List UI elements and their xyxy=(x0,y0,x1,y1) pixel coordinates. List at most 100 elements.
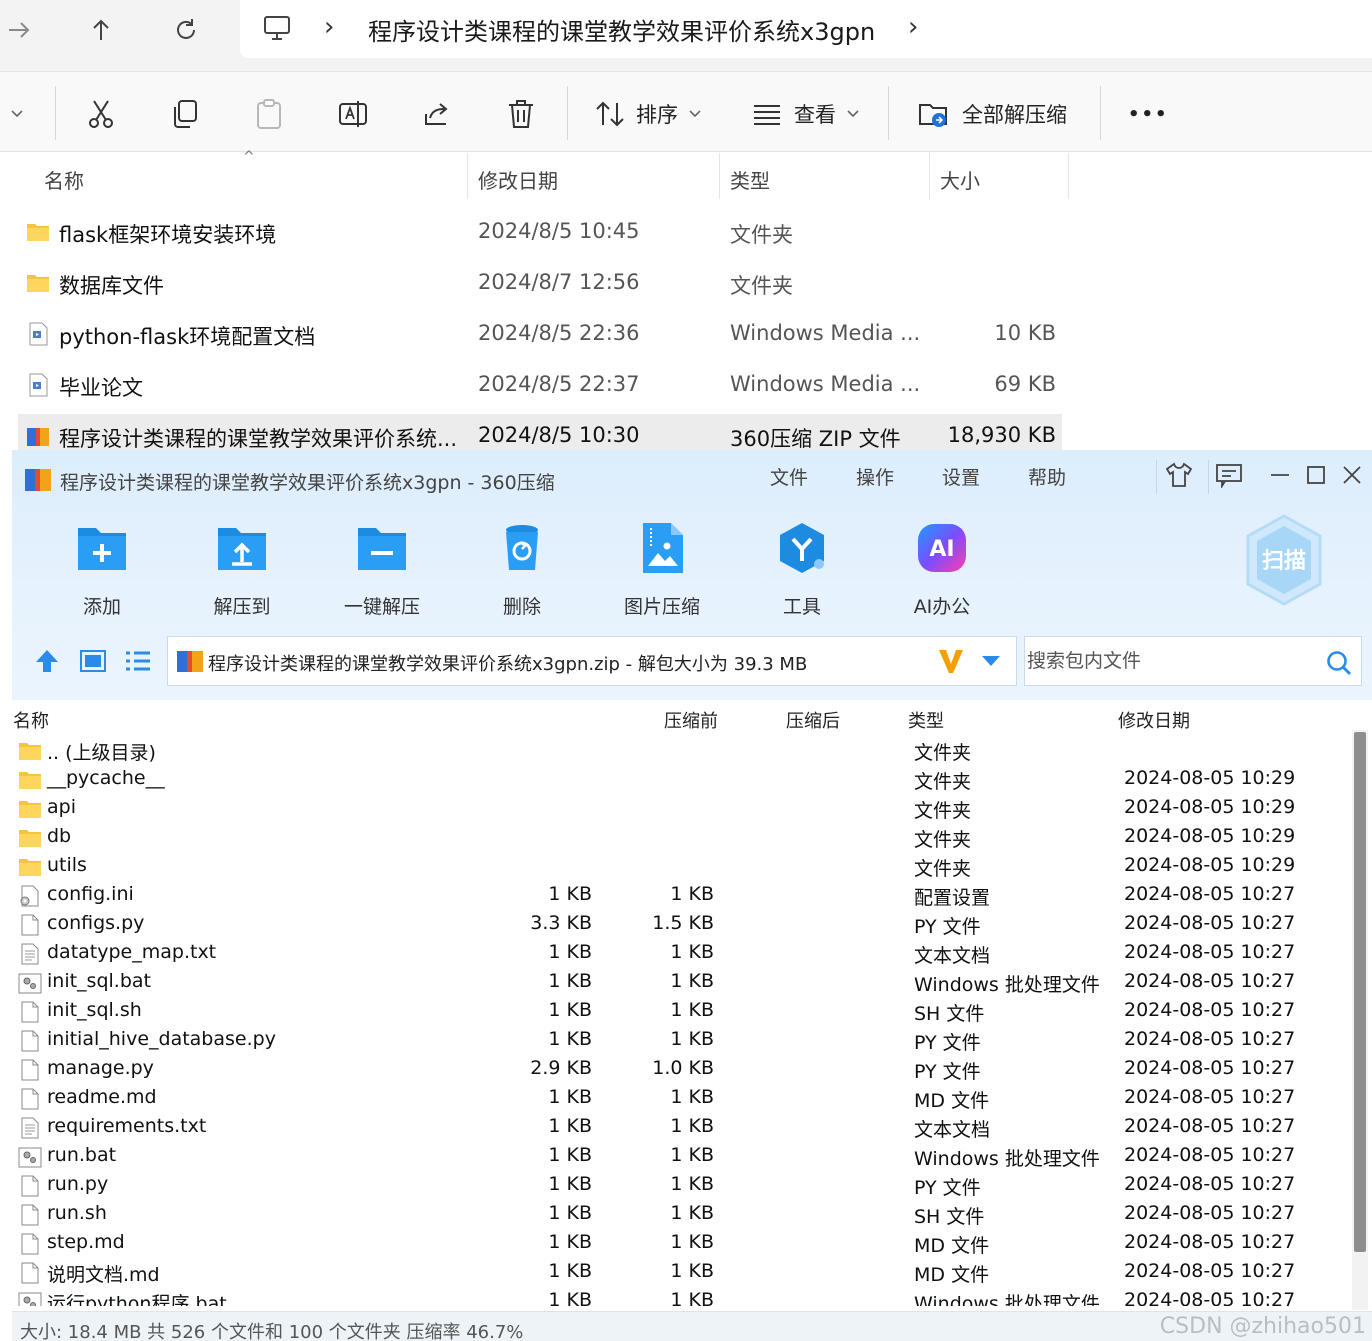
arrow-up-icon[interactable] xyxy=(32,646,62,676)
table-row[interactable]: db 文件夹 2024-08-05 10:29 xyxy=(12,823,1348,852)
table-row[interactable]: initial_hive_database.py 1 KB 1 KB PY 文件 202… xyxy=(12,1026,1348,1055)
search-input[interactable] xyxy=(1027,639,1317,683)
column-size-before[interactable]: 压缩前 xyxy=(664,707,718,733)
table-row[interactable]: readme.md 1 KB 1 KB MD 文件 2024-08-05 10:27 xyxy=(12,1084,1348,1113)
list-item[interactable]: python-flask环境配置文档 2024/8/5 22:36 Window… xyxy=(18,312,1062,358)
forward-button[interactable] xyxy=(0,8,44,52)
close-icon xyxy=(1343,466,1361,484)
column-divider[interactable] xyxy=(1068,153,1069,199)
vertical-scrollbar[interactable] xyxy=(1352,730,1368,1310)
menu-settings[interactable]: 设置 xyxy=(942,463,980,490)
tool-label: 图片压缩 xyxy=(623,596,700,618)
table-row[interactable]: run.py 1 KB 1 KB PY 文件 2024-08-05 10:27 xyxy=(12,1171,1348,1200)
menu-operation[interactable]: 操作 xyxy=(856,463,894,490)
file-name: flask框架环境安装环境 xyxy=(59,223,277,247)
list-item[interactable]: 数据库文件 2024/8/7 12:56 文件夹 xyxy=(18,261,1062,307)
address-bar[interactable]: › 程序设计类课程的课堂教学效果评价系统x3gpn › xyxy=(240,0,1372,58)
details-view-icon[interactable] xyxy=(123,646,153,676)
up-button[interactable] xyxy=(76,8,126,52)
file-type: Windows Media ... xyxy=(730,372,921,396)
file-icon xyxy=(21,1204,39,1226)
list-item[interactable]: 毕业论文 2024/8/5 22:37 Windows Media ... 69… xyxy=(18,363,1062,409)
skin-button[interactable] xyxy=(1164,460,1194,490)
new-dropdown[interactable] xyxy=(0,94,24,134)
path-row: 程序设计类课程的课堂教学效果评价系统x3gpn.zip - 解包大小为 39.3… xyxy=(12,632,1372,690)
column-divider[interactable] xyxy=(719,153,720,199)
table-row[interactable]: init_sql.bat 1 KB 1 KB Windows 批处理文件 2024-08… xyxy=(12,968,1348,997)
divider xyxy=(888,86,889,140)
file-date: 2024-08-05 10:27 xyxy=(1124,1231,1296,1253)
column-size[interactable]: 大小 xyxy=(940,165,980,194)
feedback-button[interactable] xyxy=(1214,460,1244,490)
menu-help[interactable]: 帮助 xyxy=(1028,463,1066,490)
close-button[interactable] xyxy=(1337,460,1367,490)
scan-button[interactable]: 扫描 xyxy=(1242,512,1326,608)
paste-button[interactable] xyxy=(254,94,284,134)
verified-v-icon[interactable] xyxy=(936,646,966,676)
chevron-down-icon[interactable] xyxy=(980,653,1002,669)
delete-button[interactable] xyxy=(506,94,536,134)
table-row[interactable]: config.ini 1 KB 1 KB 配置设置 2024-08-05 10:27 xyxy=(12,881,1348,910)
table-row[interactable]: run.bat 1 KB 1 KB Windows 批处理文件 2024-08-05 1… xyxy=(12,1142,1348,1171)
tools-button[interactable]: 工具 xyxy=(747,520,857,620)
one-click-extract-button[interactable]: 一键解压 xyxy=(327,520,437,620)
extract-to-button[interactable]: 解压到 xyxy=(187,520,297,620)
delete-tool-button[interactable]: 删除 xyxy=(467,520,577,620)
column-name[interactable]: 名称 xyxy=(13,707,49,733)
file-type: 文件夹 xyxy=(914,858,972,880)
copy-button[interactable] xyxy=(170,94,200,134)
table-row[interactable]: 说明文档.md 1 KB 1 KB MD 文件 2024-08-05 10:27 xyxy=(12,1258,1348,1287)
file-name: configs.py xyxy=(47,912,145,934)
cut-button[interactable] xyxy=(86,94,116,134)
more-options-button[interactable]: ••• xyxy=(1128,94,1169,134)
size-before: 1 KB xyxy=(548,1144,592,1166)
add-button[interactable]: 添加 xyxy=(47,520,157,620)
table-row[interactable]: requirements.txt 1 KB 1 KB 文本文档 2024-08-05 1… xyxy=(12,1113,1348,1142)
thumbnail-view-icon[interactable] xyxy=(78,646,108,676)
image-file-icon xyxy=(643,523,683,573)
table-row[interactable]: __pycache__ 文件夹 2024-08-05 10:29 xyxy=(12,765,1348,794)
sort-button[interactable]: 排序 xyxy=(594,94,702,134)
image-compress-button[interactable]: 图片压缩 xyxy=(607,520,717,620)
chevron-right-icon[interactable]: › xyxy=(908,12,918,42)
batch-file-icon xyxy=(18,1292,42,1306)
table-row[interactable]: api 文件夹 2024-08-05 10:29 xyxy=(12,794,1348,823)
scrollbar-thumb[interactable] xyxy=(1354,732,1366,1252)
table-row[interactable]: step.md 1 KB 1 KB MD 文件 2024-08-05 10:27 xyxy=(12,1229,1348,1258)
archive-path-bar[interactable]: 程序设计类课程的课堂教学效果评价系统x3gpn.zip - 解包大小为 39.3… xyxy=(167,636,1017,686)
zip-archive-window: 程序设计类课程的课堂教学效果评价系统x3gpn - 360压缩 文件 操作 设置… xyxy=(12,450,1372,1341)
view-button[interactable]: 查看 xyxy=(752,94,860,134)
column-date[interactable]: 修改日期 xyxy=(478,165,558,194)
column-date[interactable]: 修改日期 xyxy=(1118,707,1190,733)
column-divider[interactable] xyxy=(467,153,468,199)
maximize-button[interactable] xyxy=(1301,460,1331,490)
column-size-after[interactable]: 压缩后 xyxy=(786,707,840,733)
table-row[interactable]: datatype_map.txt 1 KB 1 KB 文本文档 2024-08-05 1… xyxy=(12,939,1348,968)
archive-path-text: 程序设计类课程的课堂教学效果评价系统x3gpn.zip - 解包大小为 39.3… xyxy=(208,654,808,675)
table-row[interactable]: run.sh 1 KB 1 KB SH 文件 2024-08-05 10:27 xyxy=(12,1200,1348,1229)
rename-button[interactable] xyxy=(338,94,368,134)
search-box[interactable] xyxy=(1024,636,1362,686)
share-button[interactable] xyxy=(422,94,452,134)
table-row[interactable]: init_sql.sh 1 KB 1 KB SH 文件 2024-08-05 10:27 xyxy=(12,997,1348,1026)
column-type[interactable]: 类型 xyxy=(730,165,770,194)
column-divider[interactable] xyxy=(929,153,930,199)
menu-file[interactable]: 文件 xyxy=(770,463,808,490)
file-type: 文件夹 xyxy=(914,829,972,851)
table-row[interactable]: .. (上级目录) 文件夹 xyxy=(12,736,1348,765)
list-item[interactable]: flask框架环境安装环境 2024/8/5 10:45 文件夹 xyxy=(18,210,1062,256)
refresh-button[interactable] xyxy=(161,8,211,52)
search-icon[interactable] xyxy=(1325,649,1353,677)
column-type[interactable]: 类型 xyxy=(908,707,944,733)
table-row[interactable]: utils 文件夹 2024-08-05 10:29 xyxy=(12,852,1348,881)
minimize-button[interactable] xyxy=(1265,460,1295,490)
ai-office-button[interactable]: AI AI办公 xyxy=(887,520,997,620)
column-name[interactable]: 名称 xyxy=(44,165,84,194)
table-row[interactable]: 运行python程序.bat 1 KB 1 KB Windows 批处理文件 2024-… xyxy=(12,1287,1348,1306)
extract-all-button[interactable]: 全部解压缩 xyxy=(918,94,1067,134)
table-row[interactable]: manage.py 2.9 KB 1.0 KB PY 文件 2024-08-05 10:… xyxy=(12,1055,1348,1084)
file-type: 文本文档 xyxy=(914,1119,991,1141)
table-row[interactable]: configs.py 3.3 KB 1.5 KB PY 文件 2024-08-05 10… xyxy=(12,910,1348,939)
file-date: 2024/8/5 10:45 xyxy=(478,219,640,243)
tool-label: 添加 xyxy=(82,596,121,618)
